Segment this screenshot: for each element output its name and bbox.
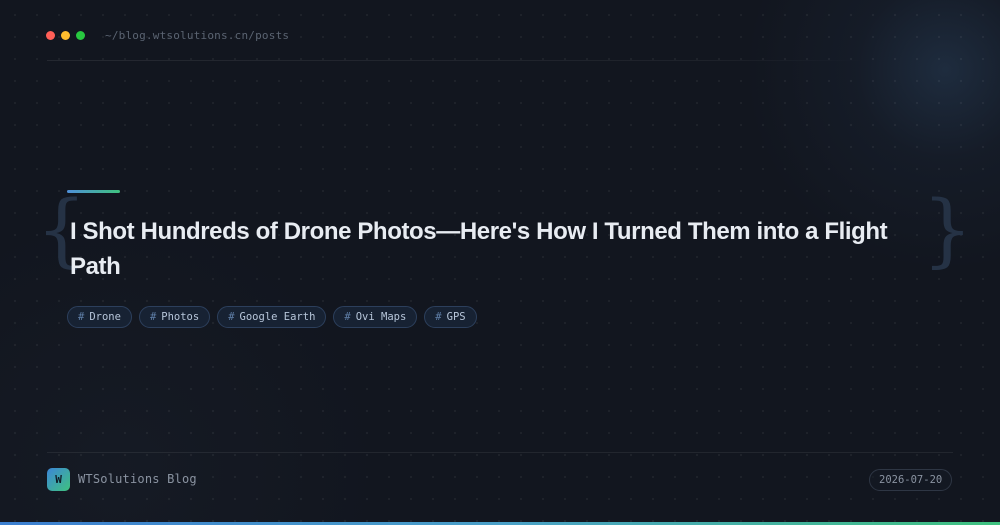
hash-icon: # (149, 311, 157, 323)
right-brace-icon: } (922, 183, 973, 276)
tag-photos[interactable]: # Photos (138, 306, 211, 328)
hash-icon: # (435, 311, 442, 323)
hash-icon: # (228, 311, 235, 323)
title-accent-line (67, 190, 120, 193)
tag-label: GPS (446, 311, 466, 323)
brand-name: WTSolutions Blog (78, 472, 197, 486)
tag-label: Drone (89, 311, 121, 323)
tag-gps[interactable]: # GPS (424, 306, 477, 328)
minimize-dot-icon[interactable] (61, 31, 70, 40)
top-divider (47, 60, 867, 61)
maximize-dot-icon[interactable] (76, 31, 85, 40)
tag-list: # Drone # Photos # Google Earth # Ovi Maps #… (67, 306, 477, 328)
logo-icon: W (47, 468, 70, 491)
url-path: ~/blog.wtsolutions.cn/posts (105, 29, 290, 42)
tag-ovi-maps[interactable]: # Ovi Maps (333, 306, 418, 328)
tag-drone[interactable]: # Drone (67, 306, 132, 328)
window-controls (46, 31, 85, 40)
post-title: I Shot Hundreds of Drone Photos—Here's H… (70, 218, 888, 280)
tag-label: Google Earth (239, 311, 316, 323)
hash-icon: # (344, 311, 351, 323)
blog-post-card: ~/blog.wtsolutions.cn/posts { } I Shot H… (0, 0, 1000, 525)
close-dot-icon[interactable] (46, 31, 55, 40)
hash-icon: # (78, 311, 85, 323)
tag-label: Photos (161, 311, 200, 323)
bottom-divider (47, 452, 953, 453)
publish-date: 2026-07-20 (869, 469, 953, 491)
tag-google-earth[interactable]: # Google Earth (217, 306, 327, 328)
tag-label: Ovi Maps (355, 311, 407, 323)
